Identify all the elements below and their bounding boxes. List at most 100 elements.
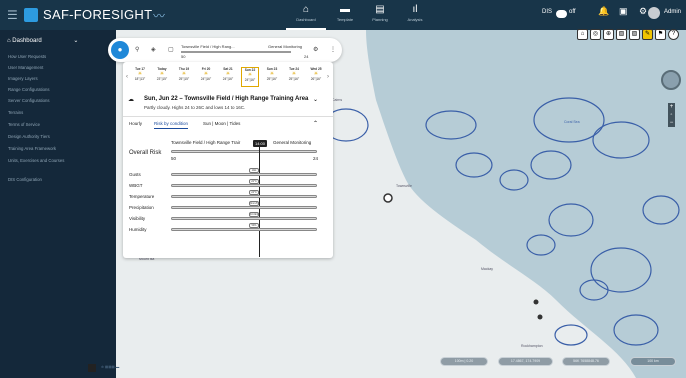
nav-analysis[interactable]: ıl Analysis (395, 4, 435, 22)
sidebar-item-terrains[interactable]: Terrains (8, 110, 23, 115)
day-card[interactable]: Sun 22 ☀ 24°|16° (241, 67, 259, 87)
condition-bar (171, 173, 317, 176)
sidebar-item-imagery-layers[interactable]: Imagery Layers (8, 76, 38, 81)
condition-label: Precipitation (129, 205, 154, 210)
nav-planning-label: Planning (372, 17, 388, 22)
day-card[interactable]: Thu 19 ☀ 25°|15° (175, 67, 193, 87)
sidebar-item-server-configurations[interactable]: Server Configurations (8, 98, 50, 103)
location-marker (533, 299, 539, 305)
condition-bar (171, 195, 317, 198)
divider (123, 116, 333, 117)
sidebar-item-how-user-requests[interactable]: How User Requests (8, 54, 46, 59)
sidebar-item-design-authority-tiers[interactable]: Design Authority Tiers (8, 134, 50, 139)
overall-risk-label: Overall Risk (129, 150, 162, 156)
sidebar: ⌂ Dashboard ⌄ How User Requests User Man… (0, 30, 116, 378)
condition-label: Temperature (129, 194, 155, 199)
tab-risk-by-condition[interactable]: Risk by condition (154, 121, 189, 129)
condition-value: 14kt (249, 168, 259, 173)
menu-icon[interactable]: ☰ (7, 8, 18, 22)
cloud-icon: ☁ (128, 97, 134, 103)
condition-label: Visibility (129, 216, 146, 221)
prev-day-icon[interactable]: ‹ (126, 74, 128, 80)
dis-toggle[interactable] (556, 10, 567, 18)
sidebar-item-units-exercises[interactable]: Units, Exercises and Courses (8, 158, 78, 163)
compass-icon[interactable] (661, 70, 681, 90)
place-label: Mackay (481, 267, 493, 271)
attribution: ⊕ ▦▦▦ ▬ (101, 365, 120, 369)
help-icon[interactable]: ? (668, 29, 679, 40)
terrain-icon[interactable]: ▨ (629, 29, 640, 40)
place-label: Townsville (396, 184, 412, 188)
day-card[interactable]: Wed 25 ☀ 26°|16° (307, 67, 325, 87)
toolbar-slider[interactable] (181, 51, 291, 53)
condition-bar (171, 206, 317, 209)
day-card[interactable]: Tue 24 ☀ 25°|16° (285, 67, 303, 87)
sidebar-item-training-area-framework[interactable]: Training Area Framework (8, 146, 56, 151)
chevron-down-icon: ⌄ (73, 38, 79, 44)
document-icon[interactable]: ▣ (619, 6, 628, 17)
sidebar-item-terms-of-service[interactable]: Terms of Service (8, 122, 40, 127)
measure-icon[interactable]: ⚑ (655, 29, 666, 40)
zoom-control[interactable]: + ◦ − (668, 103, 675, 127)
time-line[interactable] (259, 147, 260, 257)
pencil-icon[interactable]: ✎ (642, 29, 653, 40)
day-temps: 23°|15° (156, 77, 168, 81)
day-card[interactable]: Today ☀ 23°|15° (153, 67, 171, 87)
clipboard-icon: ▤ (375, 4, 385, 15)
settings-icon[interactable]: ⚙ (313, 46, 318, 53)
day-temps: 24°|16° (244, 78, 256, 82)
layers-icon[interactable]: ▧ (616, 29, 627, 40)
toolbar-slider-max: 24 (304, 54, 309, 59)
next-day-icon[interactable]: › (327, 74, 329, 80)
bell-icon[interactable]: 🔔 (598, 6, 609, 17)
nav-planning[interactable]: ▤ Planning (360, 4, 400, 22)
time-marker[interactable]: 14:00 (253, 140, 268, 147)
location-marker (383, 193, 393, 203)
weather-icon[interactable]: ● (111, 41, 129, 59)
calendar-icon[interactable]: ▢ (168, 46, 174, 53)
day-temps: 25°|16° (266, 77, 278, 81)
brand-wave-icon: 〰 (153, 9, 166, 23)
chevron-up-icon[interactable]: ⌃ (313, 120, 318, 127)
globe-icon[interactable]: ⊕ (603, 29, 614, 40)
nav-template[interactable]: ▬ Template (325, 4, 365, 22)
day-temps: 25°|16° (288, 77, 300, 81)
day-card[interactable]: Sat 21 ☀ 24°|16° (219, 67, 237, 87)
home-icon: ⌂ (302, 4, 310, 15)
sidebar-item-user-management[interactable]: User Management (8, 65, 43, 70)
scale-bar: 100 km (630, 357, 676, 366)
gear-icon[interactable]: ⚙ (639, 6, 647, 17)
sidebar-header[interactable]: ⌂ Dashboard ⌄ (7, 37, 78, 44)
sidebar-item-dis-configuration[interactable]: DIS Configuration (8, 177, 42, 182)
day-card[interactable]: Fri 20 ☀ 24°|16° (197, 67, 215, 87)
day-temps: 18°|13° (134, 77, 146, 81)
condition-label: Humidity (129, 227, 147, 232)
day-card[interactable]: Sun 23 ☀ 25°|16° (263, 67, 281, 87)
condition-label: Gusts (129, 172, 141, 177)
minimap-icon[interactable] (88, 364, 96, 372)
target-icon[interactable]: ◎ (590, 29, 601, 40)
pin-icon[interactable]: ⚲ (135, 46, 139, 53)
sea-area (366, 30, 686, 378)
nav-dashboard[interactable]: ⌂ Dashboard (286, 4, 326, 30)
home-icon[interactable]: ⌂ (577, 29, 588, 40)
grid-readout: 56K 7658848.76 (562, 357, 610, 366)
place-label: Cairns (332, 98, 342, 102)
more-icon[interactable]: ⋮ (330, 46, 336, 53)
sidebar-item-range-configurations[interactable]: Range Configurations (8, 87, 50, 92)
day-card[interactable]: Tue 17 ☀ 18°|13° (131, 67, 149, 87)
chevron-down-icon[interactable]: ⌄ (313, 96, 318, 103)
tab-hourly[interactable]: Hourly (129, 121, 142, 126)
app-title: SAF-FORESIGHT (43, 7, 153, 22)
user-name: Admin (664, 9, 682, 15)
top-bar: ☰ SAF-FORESIGHT 〰 ⌂ Dashboard ▬ Template… (0, 0, 686, 30)
avatar[interactable] (648, 7, 660, 19)
layers-icon[interactable]: ◈ (151, 46, 156, 53)
toolbar-general: General Monitoring (268, 44, 303, 49)
tab-sun-moon-tides[interactable]: Sun | Moon | Tides (203, 121, 240, 126)
condition-value: 22°C (249, 179, 259, 184)
condition-value: 50% (249, 223, 259, 228)
bar-chart-icon: ıl (412, 4, 418, 15)
weather-panel: ‹ › Tue 17 ☀ 18°|13° Today ☀ 23°|15° Thu 19 ☀ 25… (123, 62, 333, 258)
day-temps: 26°|16° (310, 77, 322, 81)
